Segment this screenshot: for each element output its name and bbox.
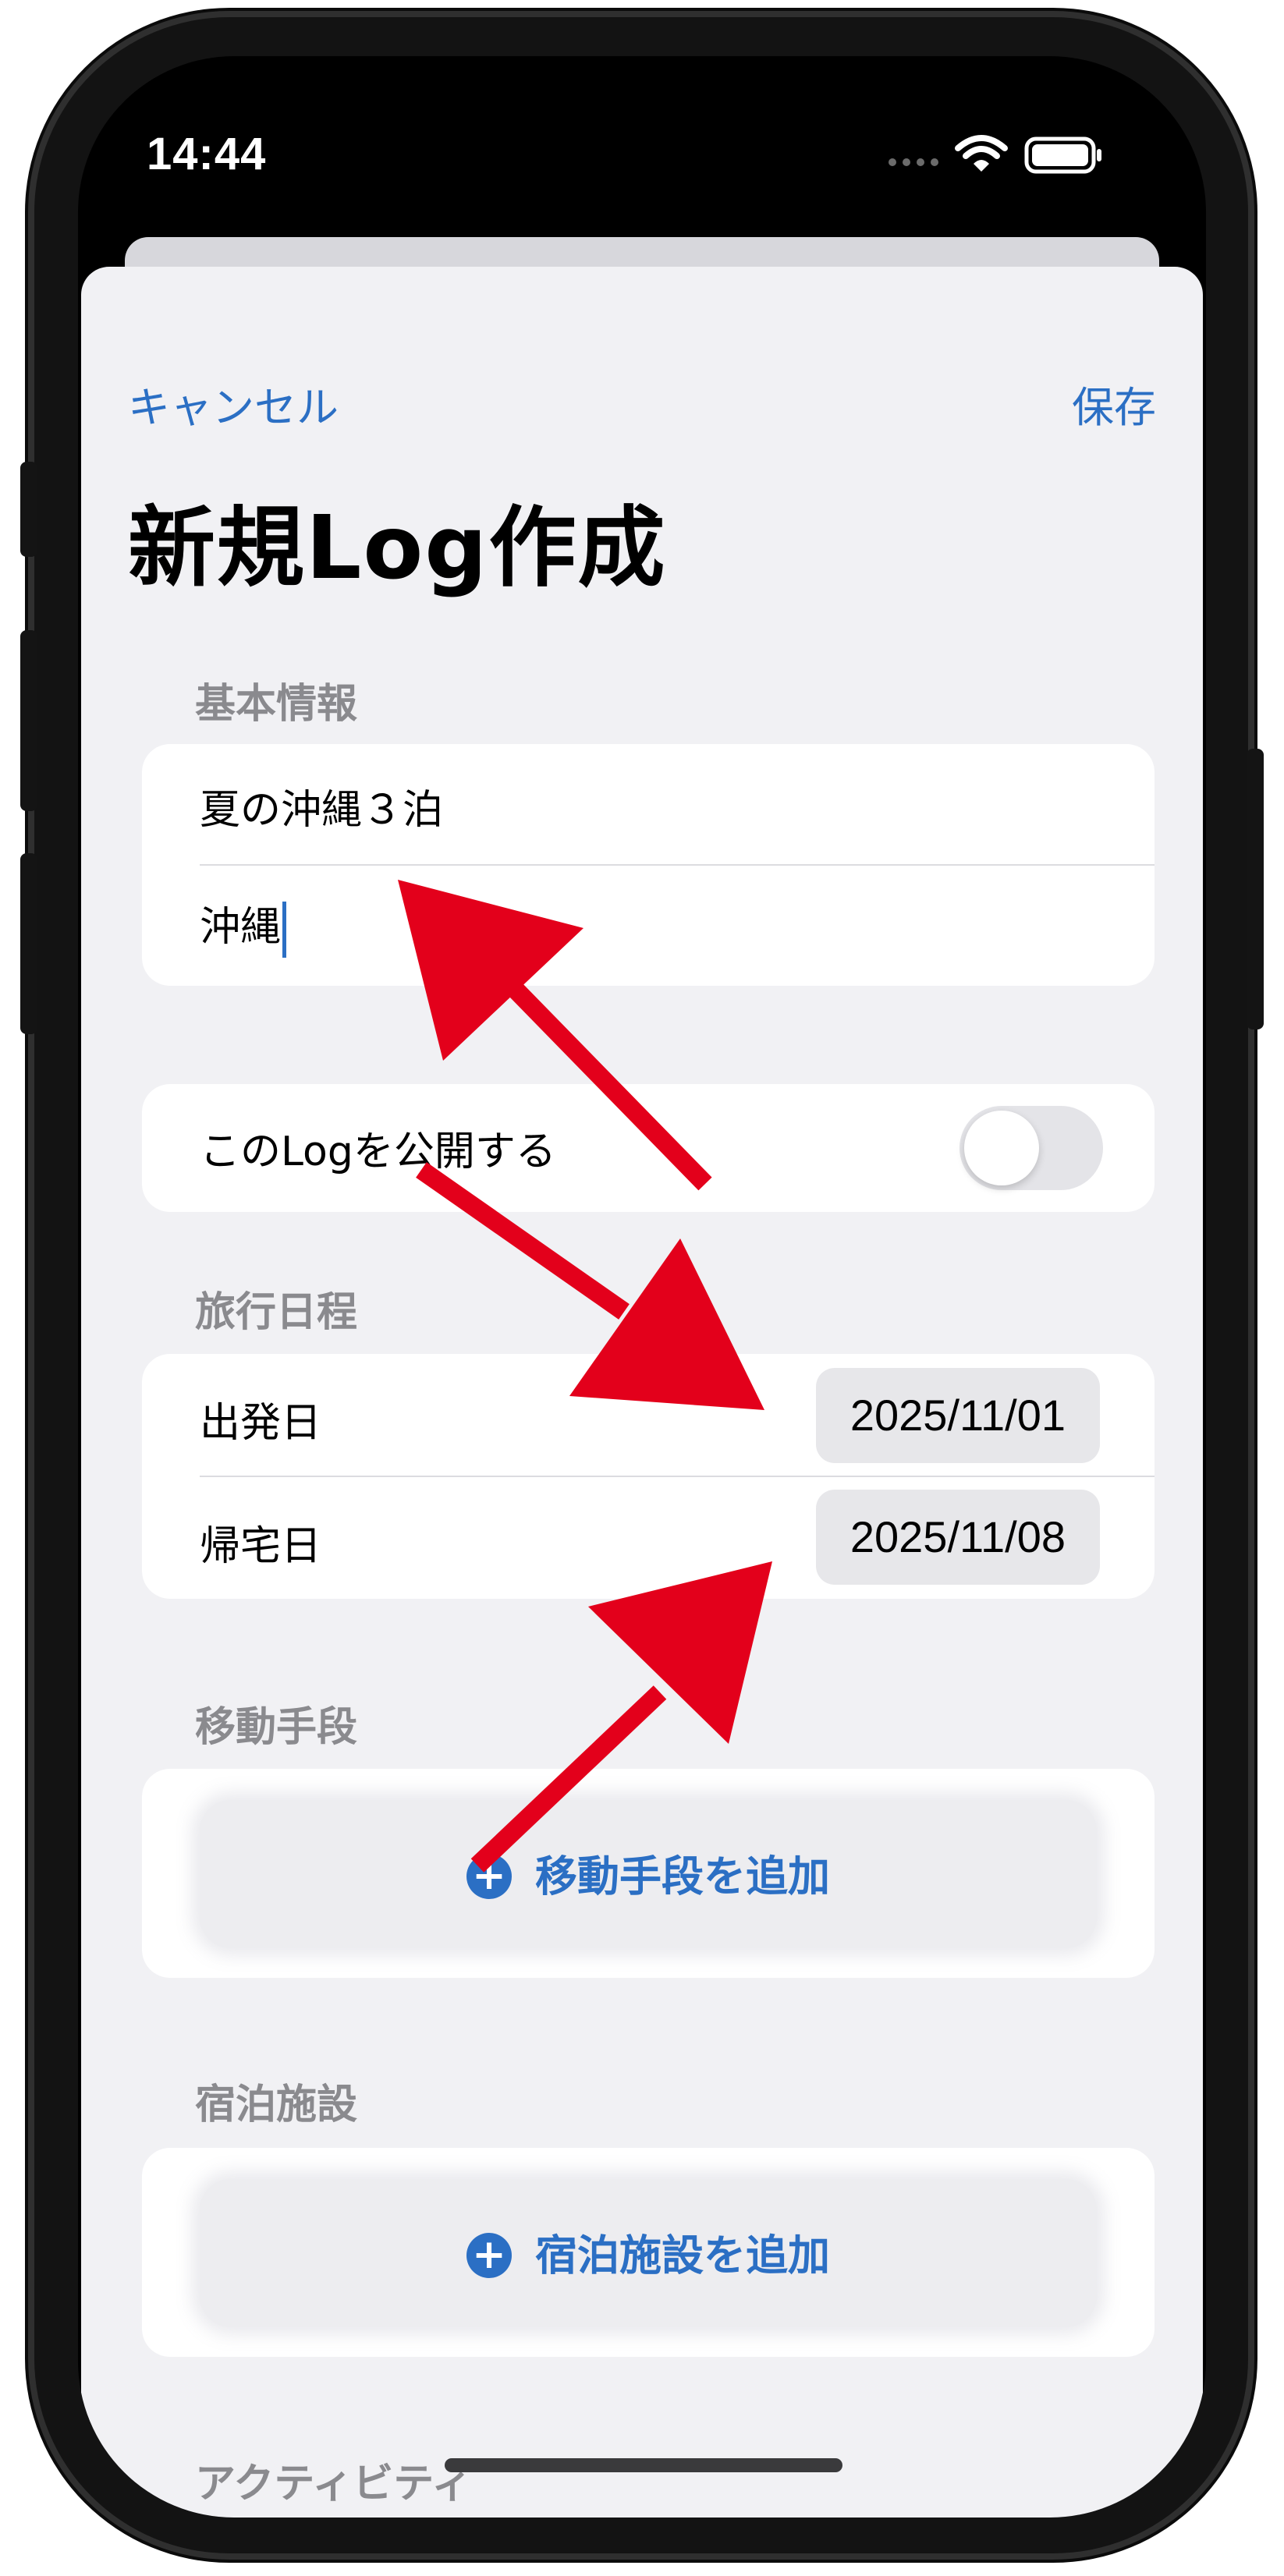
add-lodging-label: 宿泊施設を追加 (535, 2231, 830, 2280)
add-lodging-button[interactable]: + 宿泊施設を追加 (200, 2179, 1097, 2327)
basic-info-card: 夏の沖縄３泊 沖縄 (142, 744, 1155, 986)
cancel-button[interactable]: キャンセル (128, 373, 339, 434)
add-transport-button[interactable]: + 移動手段を追加 (200, 1800, 1097, 1948)
return-row: 帰宅日 2025/11/08 (142, 1477, 1155, 1599)
schedule-card: 出発日 2025/11/01 帰宅日 2025/11/08 (142, 1354, 1155, 1599)
text-cursor (282, 902, 287, 958)
add-transport-label: 移動手段を追加 (535, 1851, 830, 1901)
action-button (20, 462, 37, 557)
section-header-activity: アクティビティ (195, 2461, 473, 2507)
publish-card: このLogを公開する (142, 1084, 1155, 1212)
departure-row: 出発日 2025/11/01 (142, 1354, 1155, 1476)
section-header-lodging: 宿泊施設 (195, 2082, 358, 2128)
battery-icon (1024, 136, 1101, 174)
departure-date-picker[interactable]: 2025/11/01 (815, 1368, 1100, 1463)
home-indicator (445, 2458, 842, 2472)
new-log-sheet: キャンセル 保存 新規Log作成 基本情報 夏の沖縄３泊 沖縄 このLogを公開… (81, 267, 1203, 2518)
return-label: 帰宅日 (200, 1523, 322, 1570)
publish-toggle[interactable] (959, 1106, 1103, 1190)
wifi-icon (955, 135, 1008, 172)
section-header-schedule: 旅行日程 (195, 1289, 358, 1336)
plus-circle-icon: + (466, 2233, 512, 2279)
departure-label: 出発日 (200, 1400, 322, 1447)
status-time: 14:44 (147, 129, 267, 179)
transport-card: + 移動手段を追加 (142, 1769, 1155, 1978)
publish-label: このLogを公開する (200, 1129, 556, 1175)
log-title-field[interactable]: 夏の沖縄３泊 (200, 777, 443, 835)
section-header-transport: 移動手段 (195, 1704, 358, 1751)
signal-dots-icon (889, 135, 1101, 174)
section-header-basic-info: 基本情報 (195, 681, 358, 728)
save-button[interactable]: 保存 (1072, 373, 1156, 434)
volume-up-button (20, 630, 37, 811)
destination-row[interactable]: 沖縄 (142, 866, 1155, 986)
return-date-picker[interactable]: 2025/11/08 (815, 1490, 1100, 1585)
lodging-card: + 宿泊施設を追加 (142, 2148, 1155, 2357)
volume-down-button (20, 853, 37, 1034)
log-title-row[interactable]: 夏の沖縄３泊 (142, 744, 1155, 864)
power-button (1247, 749, 1264, 1029)
destination-value: 沖縄 (200, 904, 282, 951)
device-screen: 14:44 キャンセル 保存 新規Log作成 基本情報 夏の沖縄３泊 沖縄 この… (78, 56, 1206, 2518)
status-icons (881, 131, 1116, 178)
plus-circle-icon: + (466, 1854, 512, 1900)
page-title: 新規Log作成 (128, 498, 667, 599)
destination-field[interactable]: 沖縄 (200, 894, 287, 958)
toggle-knob (964, 1111, 1039, 1185)
